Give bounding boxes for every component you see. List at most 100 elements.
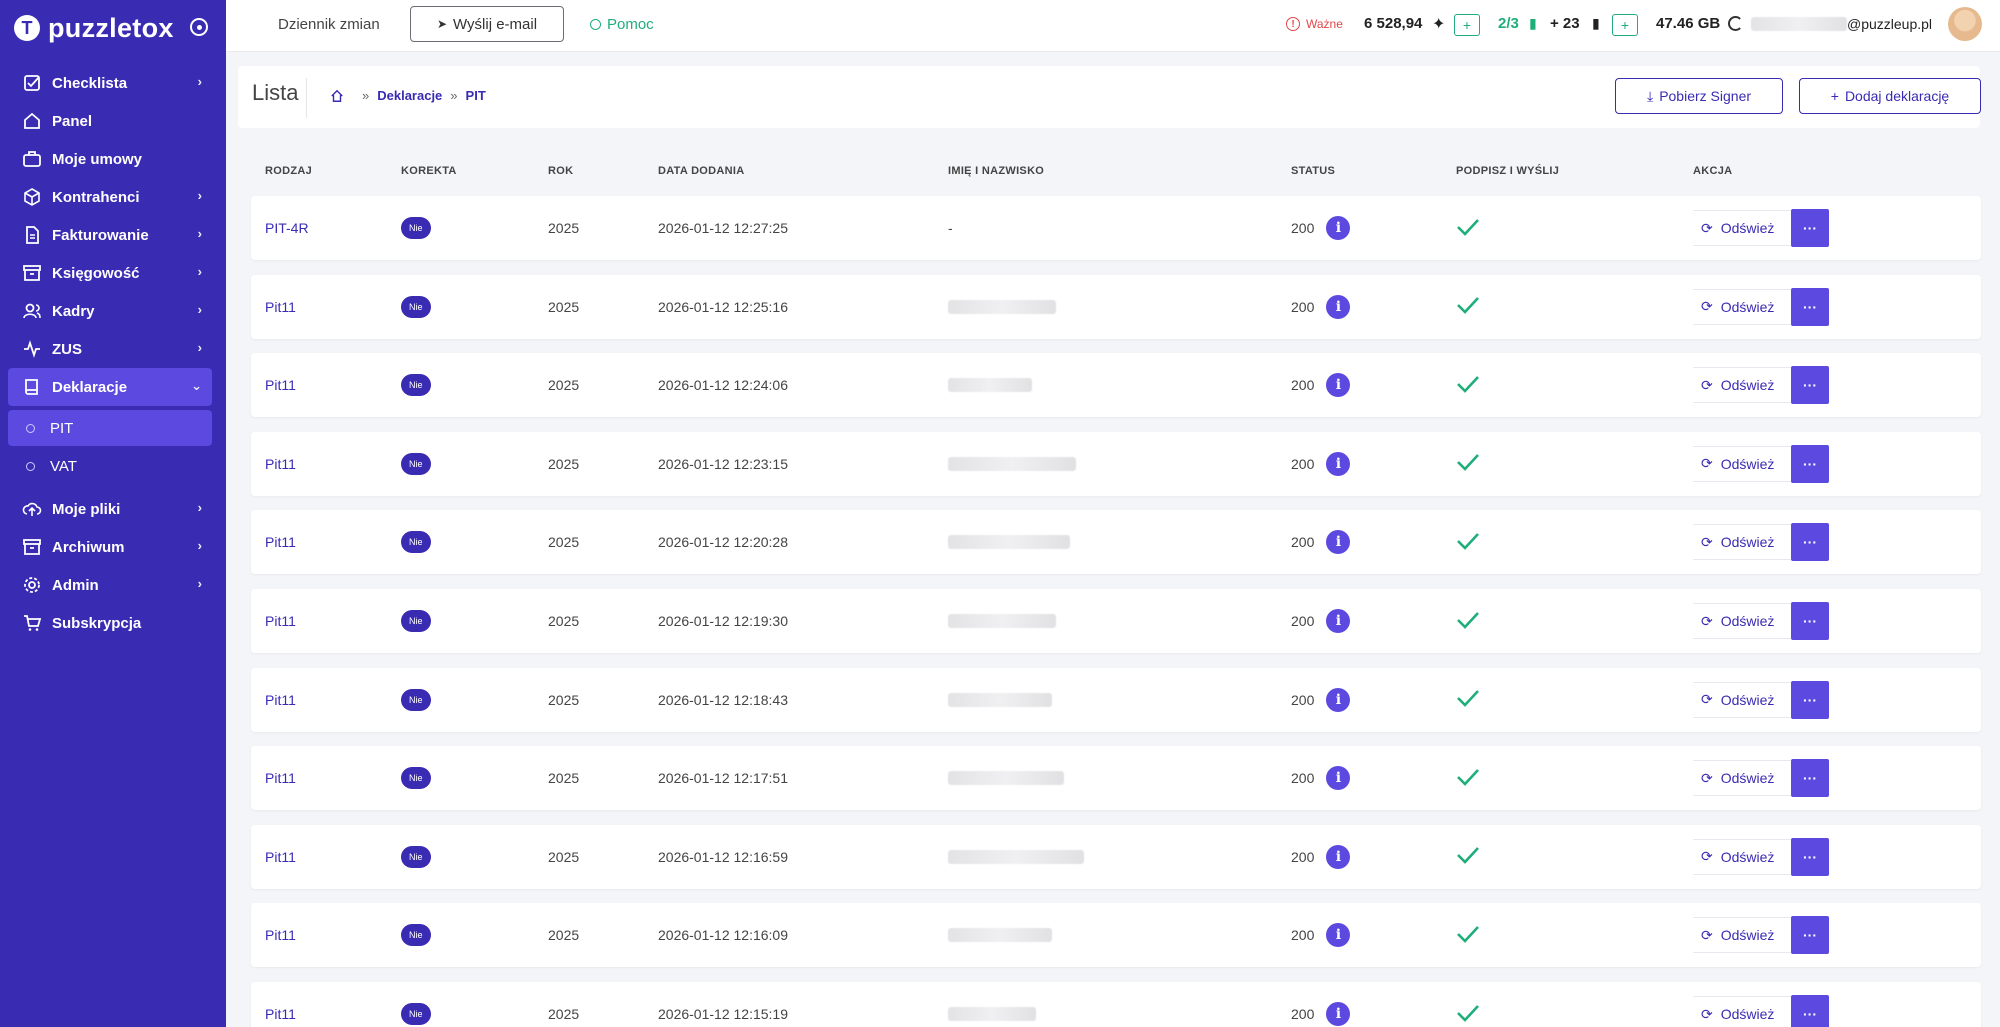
send-email-label: Wyślij e-mail [453,15,538,33]
info-icon[interactable]: i [1326,530,1351,555]
more-options-button[interactable]: ··· [1791,287,1829,326]
chevron-down-icon: ⌄ [191,378,202,393]
more-options-button[interactable]: ··· [1791,837,1829,876]
correction-badge: Nie [401,845,431,868]
sidebar-item-subskrypcja[interactable]: Subskrypcja [8,604,212,642]
sidebar-subitem-vat[interactable]: VAT [8,448,212,484]
declaration-type-link[interactable]: Pit11 [265,903,296,967]
important-link[interactable]: ! Ważne [1286,17,1343,31]
logo[interactable]: T puzzletox [14,12,174,44]
more-options-button[interactable]: ··· [1791,523,1829,562]
refresh-button[interactable]: ⟳ Odśwież [1693,681,1791,718]
info-icon[interactable]: i [1326,844,1351,869]
chevron-right-icon: › [197,264,202,279]
sidebar-item-deklaracje[interactable]: Deklaracje ⌄ [8,368,212,406]
info-icon[interactable]: i [1326,1002,1351,1026]
correction-cell: Nie [401,275,431,339]
info-icon[interactable]: i [1326,373,1351,398]
sidebar-item-checklista[interactable]: Checklista › [8,64,212,102]
more-options-button[interactable]: ··· [1791,602,1829,640]
sidebar-subitem-pit[interactable]: PIT [8,410,212,446]
status-code: 200 [1291,613,1315,629]
year-cell: 2025 [548,1006,580,1022]
sidebar-item-ksiegowosc[interactable]: Księgowość › [8,254,212,292]
person-name-cell [948,903,1052,967]
add-docs-button[interactable]: + [1612,14,1638,36]
declaration-type-link[interactable]: Pit11 [265,668,296,732]
sidebar-item-moje-pliki[interactable]: Moje pliki › [8,490,212,528]
circle-icon [26,423,35,433]
column-header[interactable]: KOREKTA [401,165,457,177]
sidebar: T puzzletox Checklista › Panel Moje umowy Ko… [0,0,226,1027]
column-header[interactable]: STATUS [1291,165,1335,177]
more-options-button[interactable]: ··· [1791,366,1829,405]
refresh-icon: ⟳ [1701,219,1713,236]
changelog-link[interactable]: Dziennik zmian [278,16,380,33]
send-email-button[interactable]: ➤ Wyślij e-mail [410,6,564,42]
more-options-button[interactable]: ··· [1791,916,1829,955]
help-link[interactable]: Pomoc [590,16,654,33]
more-options-button[interactable]: ··· [1791,759,1829,798]
refresh-button[interactable]: ⟳ Odśwież [1693,917,1791,954]
declaration-type-link[interactable]: Pit11 [265,432,296,496]
more-options-button[interactable]: ··· [1791,444,1829,483]
sidebar-item-moje-umowy[interactable]: Moje umowy [8,140,212,178]
settings-target-icon[interactable] [190,18,208,36]
column-header[interactable]: RODZAJ [265,165,312,177]
declaration-type-link[interactable]: Pit11 [265,746,296,810]
refresh-button[interactable]: ⟳ Odśwież [1693,996,1791,1027]
home-icon[interactable] [330,89,344,103]
declaration-type-link[interactable]: Pit11 [265,353,296,417]
sidebar-item-panel[interactable]: Panel [8,102,212,140]
declaration-type-link[interactable]: PIT-4R [265,196,309,260]
refresh-button[interactable]: ⟳ Odśwież [1693,367,1791,404]
info-icon[interactable]: i [1326,923,1351,948]
declaration-type-link[interactable]: Pit11 [265,825,296,889]
info-icon[interactable]: i [1326,451,1351,476]
declaration-type-link[interactable]: Pit11 [265,510,296,574]
column-header[interactable]: AKCJA [1693,165,1732,177]
redacted-name [948,928,1052,943]
refresh-button[interactable]: ⟳ Odśwież [1693,445,1791,482]
column-header[interactable]: DATA DODANIA [658,165,745,177]
add-balance-button[interactable]: + [1454,14,1480,36]
sidebar-item-kadry[interactable]: Kadry › [8,292,212,330]
home-icon [22,111,42,131]
add-declaration-button[interactable]: + Dodaj deklarację [1799,78,1981,114]
briefcase-icon [22,149,42,169]
user-email[interactable]: @puzzleup.pl [1751,16,1932,32]
refresh-icon: ⟳ [1701,612,1713,629]
info-icon[interactable]: i [1326,216,1351,240]
info-icon[interactable]: i [1326,609,1351,633]
avatar[interactable] [1948,7,1982,41]
table-row: Pit11 Nie 2025 2026-01-12 12:25:16 200 i ⟳ Odśw… [251,274,1981,339]
declaration-type-link[interactable]: Pit11 [265,589,296,653]
refresh-button[interactable]: ⟳ Odśwież [1693,603,1791,639]
sidebar-item-kontrahenci[interactable]: Kontrahenci › [8,178,212,216]
column-header[interactable]: IMIĘ I NAZWISKO [948,165,1044,177]
sidebar-item-fakturowanie[interactable]: Fakturowanie › [8,216,212,254]
download-signer-button[interactable]: ⤓ Pobierz Signer [1615,78,1783,114]
refresh-button[interactable]: ⟳ Odśwież [1693,838,1791,875]
info-icon[interactable]: i [1326,687,1351,712]
sidebar-item-admin[interactable]: Admin › [8,566,212,604]
refresh-button[interactable]: ⟳ Odśwież [1693,760,1791,797]
column-header[interactable]: ROK [548,165,573,177]
declaration-type-link[interactable]: Pit11 [265,982,296,1027]
more-options-button[interactable]: ··· [1791,680,1829,719]
logo-mark-icon: T [14,15,40,41]
sidebar-item-archiwum[interactable]: Archiwum › [8,528,212,566]
breadcrumb-deklaracje[interactable]: Deklaracje [377,88,442,103]
column-header[interactable]: PODPISZ I WYŚLIJ [1456,165,1559,177]
sidebar-item-zus[interactable]: ZUS › [8,330,212,368]
more-options-button[interactable]: ··· [1791,995,1829,1027]
date-added-cell: 2026-01-12 12:16:59 [658,848,788,865]
info-icon[interactable]: i [1326,766,1351,791]
info-icon[interactable]: i [1326,294,1351,319]
refresh-button[interactable]: ⟳ Odśwież [1693,524,1791,561]
refresh-button[interactable]: ⟳ Odśwież [1693,288,1791,325]
refresh-button[interactable]: ⟳ Odśwież [1693,210,1791,246]
declaration-type-link[interactable]: Pit11 [265,275,296,339]
download-signer-label: Pobierz Signer [1659,88,1752,104]
more-options-button[interactable]: ··· [1791,209,1829,247]
